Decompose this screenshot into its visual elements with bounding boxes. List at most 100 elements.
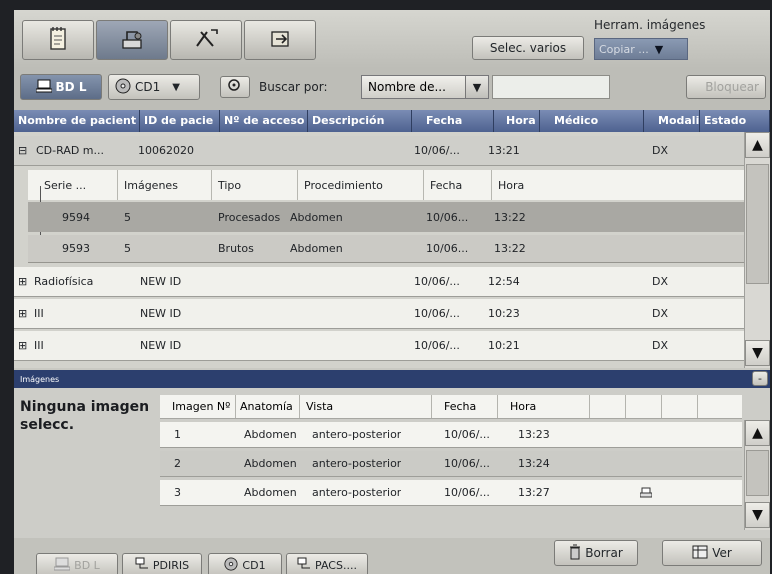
select-multiple-button[interactable]: Selec. varios: [472, 36, 584, 60]
patient-modality: DX: [652, 275, 669, 288]
col-header-time[interactable]: Hora: [494, 110, 540, 132]
collapse-icon[interactable]: ⊟: [18, 136, 27, 165]
images-col-view[interactable]: Vista: [300, 395, 432, 418]
expand-icon[interactable]: ⊞: [18, 299, 27, 328]
image-time: 13:23: [518, 428, 550, 441]
tab-xray[interactable]: [96, 20, 168, 60]
disc-icon: [115, 78, 131, 97]
image-view: antero-posterior: [312, 486, 402, 499]
col-header-physician[interactable]: Médico: [540, 110, 644, 132]
patient-time: 10:23: [488, 307, 520, 320]
patient-date: 10/06/...: [414, 339, 460, 352]
images-col-extra[interactable]: [698, 395, 742, 418]
col-header-description[interactable]: Descripción: [308, 110, 412, 132]
table-row[interactable]: ⊟ CD-RAD m... 10062020 10/06/... 13:21 D…: [14, 136, 744, 166]
patient-time: 12:54: [488, 275, 520, 288]
col-header-date[interactable]: Fecha: [412, 110, 494, 132]
image-row[interactable]: 3 Abdomen antero-posterior 10/06/... 13:…: [160, 480, 742, 506]
image-row[interactable]: 1 Abdomen antero-posterior 10/06/... 13:…: [160, 422, 742, 448]
col-header-patient-id[interactable]: ID de pacie: [140, 110, 220, 132]
scroll-down-icon[interactable]: ▼: [745, 502, 770, 528]
series-date: 10/06...: [426, 242, 469, 255]
chevron-down-icon: ▼: [654, 42, 664, 56]
image-row[interactable]: 2 Abdomen antero-posterior 10/06/... 13:…: [160, 451, 742, 477]
bottom-pacs-button[interactable]: PACS....: [286, 553, 368, 574]
lock-button[interactable]: Bloquear: [686, 75, 766, 99]
images-col-time[interactable]: Hora: [498, 395, 590, 418]
series-col-date[interactable]: Fecha: [424, 170, 492, 200]
expand-icon[interactable]: ⊞: [18, 331, 27, 360]
screen: Selec. varios Herram. imágenes Copiar ..…: [14, 10, 770, 574]
search-field-dropdown[interactable]: Nombre de... ▼: [361, 75, 489, 99]
images-panel-title: Imágenes: [20, 375, 60, 384]
table-row[interactable]: ⊞ III NEW ID 10/06/... 10:21 DX: [14, 331, 744, 361]
image-date: 10/06/...: [444, 428, 490, 441]
bottom-pacs-label: PACS....: [315, 558, 357, 572]
series-row[interactable]: 9593 5 Brutos Abdomen 10/06... 13:22: [28, 235, 744, 263]
patient-date: 10/06/...: [414, 307, 460, 320]
cd-dropdown[interactable]: CD1 ▼: [108, 74, 200, 100]
scroll-down-icon[interactable]: ▼: [745, 340, 770, 366]
bottom-pdiris-label: PDIRIS: [152, 558, 190, 572]
image-time: 13:24: [518, 457, 550, 470]
scroll-up-icon[interactable]: ▲: [745, 132, 770, 158]
expand-icon[interactable]: ⊞: [18, 267, 27, 296]
col-header-status[interactable]: Estado: [700, 110, 770, 132]
search-input[interactable]: [492, 75, 610, 99]
patient-list-scrollbar[interactable]: ▲ ▼: [744, 132, 770, 368]
patient-date: 10/06/...: [414, 275, 460, 288]
image-view: antero-posterior: [312, 457, 402, 470]
table-row[interactable]: ⊞ Radiofísica NEW ID 10/06/... 12:54 DX: [14, 267, 744, 297]
image-time: 13:27: [518, 486, 550, 499]
scrollbar-thumb[interactable]: [746, 164, 769, 284]
no-image-selected-text: Ninguna imagen selecc.: [20, 399, 150, 433]
delete-button[interactable]: Borrar: [554, 540, 638, 566]
tab-export[interactable]: [244, 20, 316, 60]
series-col-images[interactable]: Imágenes: [118, 170, 212, 200]
series-time: 13:22: [494, 210, 526, 224]
scrollbar-thumb[interactable]: [746, 450, 769, 496]
cd-dropdown-label: CD1: [135, 80, 161, 94]
series-header: Serie ... Imágenes Tipo Procedimiento Fe…: [28, 170, 744, 200]
images-col-anatomy[interactable]: Anatomía: [236, 395, 300, 418]
search-gear-icon: [227, 78, 243, 97]
images-col-extra[interactable]: [590, 395, 626, 418]
series-col-serie[interactable]: Serie ...: [28, 170, 118, 200]
series-number: 9594: [62, 210, 90, 224]
images-col-extra[interactable]: [662, 395, 698, 418]
search-settings-button[interactable]: [220, 76, 250, 98]
network-icon: [135, 557, 149, 574]
bottom-cd-button[interactable]: CD1: [208, 553, 282, 574]
col-header-modality[interactable]: Modali: [644, 110, 700, 132]
series-images: 5: [124, 242, 131, 255]
tab-notebook[interactable]: [22, 20, 94, 60]
images-col-number[interactable]: Imagen Nº: [160, 395, 236, 418]
series-number: 9593: [62, 242, 90, 255]
bottom-cd-label: CD1: [242, 558, 266, 572]
series-date: 10/06...: [426, 210, 469, 224]
table-row[interactable]: ⊞ III NEW ID 10/06/... 10:23 DX: [14, 299, 744, 329]
collapse-panel-button[interactable]: -: [752, 371, 768, 386]
series-col-time[interactable]: Hora: [492, 170, 744, 200]
delete-label: Borrar: [585, 546, 623, 560]
chevron-down-icon: ▼: [172, 81, 180, 93]
series-col-procedure[interactable]: Procedimiento: [298, 170, 424, 200]
col-header-accession[interactable]: Nº de acceso: [220, 110, 308, 132]
tab-tools[interactable]: [170, 20, 242, 60]
bottom-db-button[interactable]: BD L: [36, 553, 118, 574]
db-local-button[interactable]: BD L: [20, 74, 102, 100]
computer-icon: [35, 79, 53, 96]
images-list-scrollbar[interactable]: ▲ ▼: [744, 420, 770, 530]
copy-dropdown[interactable]: Copiar ... ▼: [594, 38, 688, 60]
col-header-patient-name[interactable]: Nombre de pacient: [14, 110, 140, 132]
images-col-extra[interactable]: [626, 395, 662, 418]
patient-id: 10062020: [138, 144, 194, 157]
scroll-up-icon[interactable]: ▲: [745, 420, 770, 446]
images-col-date[interactable]: Fecha: [432, 395, 498, 418]
bottom-db-label: BD L: [74, 558, 100, 572]
bottom-pdiris-button[interactable]: PDIRIS: [122, 553, 202, 574]
series-row[interactable]: 9594 5 Procesados Abdomen 10/06... 13:22: [28, 202, 744, 232]
patient-name: CD-RAD m...: [36, 144, 105, 157]
series-col-type[interactable]: Tipo: [212, 170, 298, 200]
view-button[interactable]: Ver: [662, 540, 762, 566]
